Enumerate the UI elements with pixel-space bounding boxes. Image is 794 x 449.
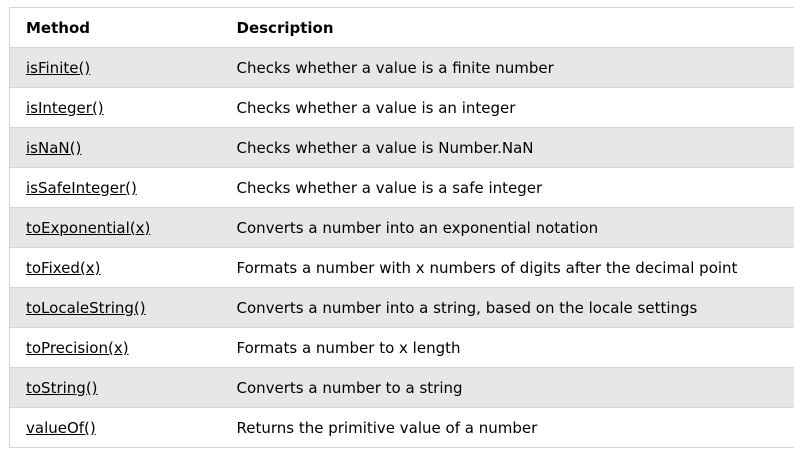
method-link-isinteger[interactable]: isInteger() bbox=[26, 99, 104, 117]
table-row: isFinite() Checks whether a value is a f… bbox=[9, 47, 794, 88]
method-cell: isNaN() bbox=[9, 127, 221, 168]
description-cell: Converts a number into an exponential no… bbox=[220, 207, 794, 248]
methods-table-container: Method Description isFinite() Checks whe… bbox=[9, 7, 794, 448]
table-row: toPrecision(x) Formats a number to x len… bbox=[9, 327, 794, 368]
method-link-tolocalestring[interactable]: toLocaleString() bbox=[26, 299, 146, 317]
table-row: toExponential(x) Converts a number into … bbox=[9, 207, 794, 248]
number-methods-table: Method Description isFinite() Checks whe… bbox=[9, 7, 794, 448]
method-link-toprecision[interactable]: toPrecision(x) bbox=[26, 339, 129, 357]
method-link-issafeinteger[interactable]: isSafeInteger() bbox=[26, 179, 137, 197]
table-row: toString() Converts a number to a string bbox=[9, 367, 794, 408]
description-cell: Returns the primitive value of a number bbox=[220, 407, 794, 448]
table-row: toLocaleString() Converts a number into … bbox=[9, 287, 794, 328]
method-cell: toPrecision(x) bbox=[9, 327, 221, 368]
method-cell: toString() bbox=[9, 367, 221, 408]
method-link-tostring[interactable]: toString() bbox=[26, 379, 98, 397]
table-row: valueOf() Returns the primitive value of… bbox=[9, 407, 794, 448]
method-link-tofixed[interactable]: toFixed(x) bbox=[26, 259, 101, 277]
method-link-toexponential[interactable]: toExponential(x) bbox=[26, 219, 150, 237]
method-cell: valueOf() bbox=[9, 407, 221, 448]
method-cell: isInteger() bbox=[9, 87, 221, 128]
header-method: Method bbox=[9, 7, 221, 48]
table-row: toFixed(x) Formats a number with x numbe… bbox=[9, 247, 794, 288]
method-cell: toExponential(x) bbox=[9, 207, 221, 248]
method-cell: isFinite() bbox=[9, 47, 221, 88]
method-cell: isSafeInteger() bbox=[9, 167, 221, 208]
description-cell: Formats a number with x numbers of digit… bbox=[220, 247, 794, 288]
description-cell: Formats a number to x length bbox=[220, 327, 794, 368]
table-row: isInteger() Checks whether a value is an… bbox=[9, 87, 794, 128]
description-cell: Converts a number into a string, based o… bbox=[220, 287, 794, 328]
method-cell: toFixed(x) bbox=[9, 247, 221, 288]
method-link-valueof[interactable]: valueOf() bbox=[26, 419, 96, 437]
description-cell: Checks whether a value is a finite numbe… bbox=[220, 47, 794, 88]
description-cell: Checks whether a value is an integer bbox=[220, 87, 794, 128]
header-description: Description bbox=[220, 7, 794, 48]
description-cell: Checks whether a value is Number.NaN bbox=[220, 127, 794, 168]
description-cell: Checks whether a value is a safe integer bbox=[220, 167, 794, 208]
method-link-isfinite[interactable]: isFinite() bbox=[26, 59, 90, 77]
method-cell: toLocaleString() bbox=[9, 287, 221, 328]
table-row: isSafeInteger() Checks whether a value i… bbox=[9, 167, 794, 208]
method-link-isnan[interactable]: isNaN() bbox=[26, 139, 81, 157]
table-header-row: Method Description bbox=[9, 7, 794, 48]
table-row: isNaN() Checks whether a value is Number… bbox=[9, 127, 794, 168]
description-cell: Converts a number to a string bbox=[220, 367, 794, 408]
